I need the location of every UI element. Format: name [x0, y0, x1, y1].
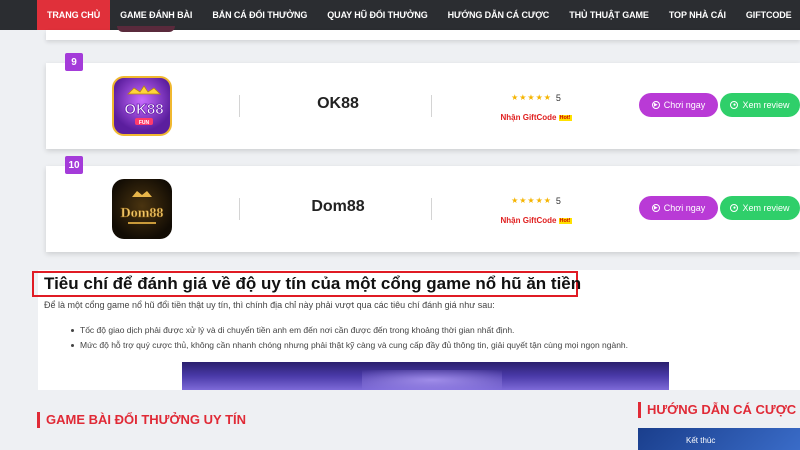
ok88-logo-sub: FUN	[139, 120, 150, 126]
star-icon: ★	[527, 93, 535, 102]
view-review-label: Xem review	[742, 100, 790, 110]
article-heading: Tiêu chí để đánh giá về độ uy tín của mộ…	[44, 274, 582, 293]
guide-thumbnail-text: Kết thúc	[686, 436, 716, 445]
section-title-game-bai: GAME BÀI ĐỔI THƯỞNG UY TÍN	[46, 412, 247, 427]
dom88-logo[interactable]: Dom88	[112, 179, 172, 239]
dom88-logo-text: Dom88	[121, 206, 164, 221]
article-banner-image	[182, 362, 669, 390]
giftcode-label: Nhận GiftCode	[500, 216, 557, 225]
article-intro: Để là một cổng game nổ hũ đổi tiền thật …	[44, 300, 495, 310]
game-name[interactable]: Dom88	[242, 198, 434, 216]
game-card-ok88: 9 OK88 FUN OK88 ★ ★ ★ ★ ★ 5 Nhận GiftCod…	[46, 53, 800, 149]
play-icon: ▶	[651, 101, 660, 109]
previous-card-logo	[117, 26, 175, 32]
eye-icon: ●	[730, 204, 739, 212]
divider	[239, 198, 240, 220]
nav-item-huong-dan[interactable]: HƯỚNG DẪN CÁ CƯỢC	[438, 0, 560, 30]
rating-block: ★ ★ ★ ★ ★ 5 Nhận GiftCode Hot!	[486, 87, 586, 122]
view-review-label: Xem review	[742, 203, 790, 213]
previous-card-partial	[46, 26, 800, 40]
giftcode-link[interactable]: Nhận GiftCode Hot!	[486, 113, 586, 122]
star-icon: ★	[511, 93, 519, 102]
rank-badge: 10	[65, 156, 83, 174]
nav-item-ban-ca[interactable]: BẮN CÁ ĐỔI THƯỞNG	[202, 0, 317, 30]
ok88-logo-text: OK88	[124, 101, 163, 118]
eye-icon: ●	[730, 101, 739, 109]
list-item: Tốc độ giao dịch phải được xử lý và di c…	[70, 323, 628, 338]
section-title-huong-dan: HƯỚNG DẪN CÁ CƯỢC	[647, 402, 797, 417]
star-icon: ★	[511, 196, 519, 205]
nav-item-trang-chu[interactable]: TRANG CHỦ	[37, 0, 111, 30]
nav-item-top-nha-cai[interactable]: TOP NHÀ CÁI	[659, 0, 736, 30]
star-icon: ★	[519, 93, 527, 102]
rank-badge: 9	[65, 53, 83, 71]
rating-score: 5	[555, 93, 561, 103]
nav-item-thu-thuat[interactable]: THỦ THUẬT GAME	[559, 0, 659, 30]
divider	[431, 95, 432, 117]
game-card-dom88: 10 Dom88 Dom88 ★ ★ ★ ★ ★ 5 Nhận GiftCode…	[46, 156, 800, 252]
play-now-label: Chơi ngay	[663, 100, 706, 110]
dom88-logo-art: Dom88	[120, 191, 164, 224]
star-icon: ★	[535, 93, 543, 102]
play-now-button[interactable]: ▶ Chơi ngay	[639, 93, 718, 117]
ok88-logo-art: OK88 FUN	[124, 85, 164, 126]
giftcode-label: Nhận GiftCode	[500, 113, 557, 122]
hot-badge: Hot!	[558, 114, 572, 121]
ok88-logo[interactable]: OK88 FUN	[112, 76, 172, 136]
guide-thumbnail[interactable]: Kết thúc	[638, 428, 800, 450]
view-review-button[interactable]: ● Xem review	[720, 93, 800, 117]
star-rating: ★ ★ ★ ★ ★ 5	[511, 196, 561, 206]
star-rating: ★ ★ ★ ★ ★ 5	[511, 93, 561, 103]
giftcode-link[interactable]: Nhận GiftCode Hot!	[486, 216, 586, 225]
star-icon: ★	[535, 196, 543, 205]
nav-item-quay-hu[interactable]: QUAY HŨ ĐỔI THƯỞNG	[317, 0, 437, 30]
star-icon: ★	[527, 196, 535, 205]
list-item: Mức độ hỗ trợ quý cược thủ, không cần nh…	[70, 338, 628, 353]
star-icon: ★	[543, 196, 551, 205]
section-title-bar	[37, 412, 40, 428]
nav-item-giftcode[interactable]: GIFTCODE	[736, 0, 800, 30]
view-review-button[interactable]: ● Xem review	[720, 196, 800, 220]
star-icon: ★	[543, 93, 551, 102]
play-now-button[interactable]: ▶ Chơi ngay	[639, 196, 718, 220]
criteria-list: Tốc độ giao dịch phải được xử lý và di c…	[70, 323, 628, 353]
play-icon: ▶	[651, 204, 660, 212]
divider	[239, 95, 240, 117]
play-now-label: Chơi ngay	[663, 203, 706, 213]
game-name[interactable]: OK88	[242, 95, 434, 113]
section-title-bar	[638, 402, 641, 418]
rating-score: 5	[555, 196, 561, 206]
divider	[431, 198, 432, 220]
hot-badge: Hot!	[558, 217, 572, 224]
star-icon: ★	[519, 196, 527, 205]
rating-block: ★ ★ ★ ★ ★ 5 Nhận GiftCode Hot!	[486, 190, 586, 225]
